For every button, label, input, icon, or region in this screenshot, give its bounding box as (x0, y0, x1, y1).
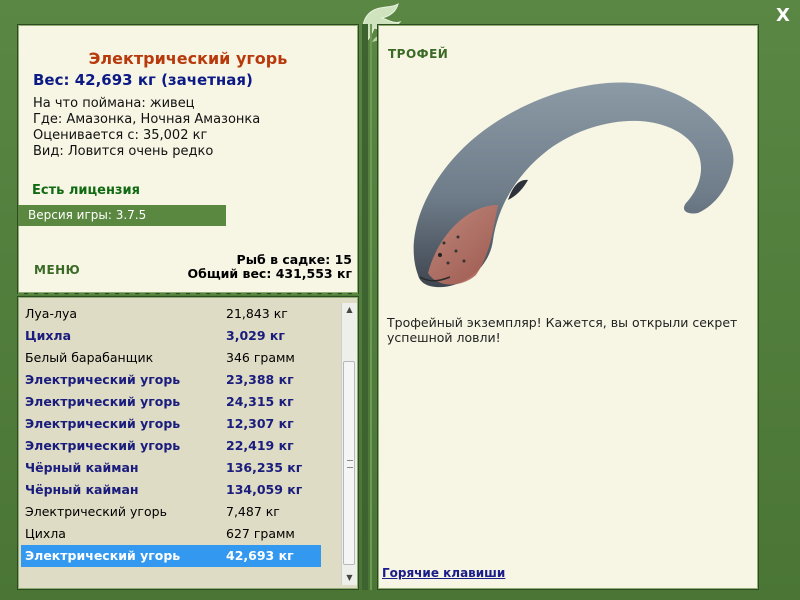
scrollbar-grip (347, 460, 353, 468)
dashed-divider (18, 293, 358, 295)
close-button[interactable]: X (772, 5, 794, 27)
catch-fish-weight: 42,693 кг (226, 548, 294, 563)
bait-info: На что поймана: живец (33, 96, 195, 111)
trophy-description: Трофейный экземпляр! Кажется, вы открыли… (387, 315, 738, 345)
catch-fish-name: Луа-луа (25, 306, 78, 321)
catch-fish-name: Электрический угорь (25, 394, 181, 409)
fish-info-panel: Электрический угорь Вес: 42,693 кг (заче… (17, 24, 359, 295)
catch-fish-weight: 346 грамм (226, 350, 295, 365)
catch-fish-name: Электрический угорь (25, 372, 181, 387)
catch-list: Луа-луа 21,843 кг Цихла 3,029 кг Белый бараб… (21, 303, 321, 567)
fish-count: Рыб в садке: 15 (236, 252, 352, 267)
catch-fish-weight: 22,419 кг (226, 438, 294, 453)
table-row[interactable]: Луа-луа 21,843 кг (21, 303, 321, 325)
catch-fish-name: Электрический угорь (25, 504, 167, 519)
total-weight: Общий вес: 431,553 кг (187, 266, 353, 281)
electric-eel-image (413, 82, 734, 288)
catch-fish-name: Чёрный кайман (25, 460, 139, 475)
catch-fish-weight: 134,059 кг (226, 482, 303, 497)
catch-fish-weight: 627 грамм (226, 526, 295, 541)
catch-fish-weight: 7,487 кг (226, 504, 280, 519)
catch-fish-name: Электрический угорь (25, 416, 181, 431)
rarity-info: Вид: Ловится очень редко (33, 144, 214, 159)
catch-fish-weight: 12,307 кг (226, 416, 294, 431)
catch-fish-weight: 136,235 кг (226, 460, 303, 475)
catch-stats: Рыб в садке: 15 Общий вес: 431,553 кг (188, 253, 353, 281)
catch-list-scrollbar[interactable]: ▲ ▼ (341, 303, 357, 585)
catch-fish-weight: 24,315 кг (226, 394, 294, 409)
table-row[interactable]: Электрический угорь 12,307 кг (21, 413, 321, 435)
catch-fish-name: Электрический угорь (25, 548, 181, 563)
version-bar: Версия игры: 3.7.5 (18, 205, 226, 226)
catch-fish-weight: 21,843 кг (226, 306, 288, 321)
table-row[interactable]: Белый барабанщик 346 грамм (21, 347, 321, 369)
panel-divider-highlight (370, 24, 372, 590)
table-row-selected[interactable]: Электрический угорь 42,693 кг (21, 545, 321, 567)
license-status: Есть лицензия (32, 183, 140, 198)
location-info: Где: Амазонка, Ночная Амазонка (33, 112, 261, 127)
table-row[interactable]: Цихла 627 грамм (21, 523, 321, 545)
table-row[interactable]: Цихла 3,029 кг (21, 325, 321, 347)
arrow-down-icon[interactable]: ▼ (342, 571, 357, 585)
hotkeys-link[interactable]: Горячие клавиши (382, 566, 505, 580)
arrow-up-icon[interactable]: ▲ (342, 303, 357, 317)
catch-fish-weight: 23,388 кг (226, 372, 294, 387)
catch-fish-name: Цихла (25, 526, 66, 541)
table-row[interactable]: Электрический угорь 23,388 кг (21, 369, 321, 391)
catch-fish-name: Чёрный кайман (25, 482, 139, 497)
catch-fish-name: Электрический угорь (25, 438, 181, 453)
table-row[interactable]: Чёрный кайман 134,059 кг (21, 479, 321, 501)
catch-fish-weight: 3,029 кг (226, 328, 285, 343)
table-row[interactable]: Чёрный кайман 136,235 кг (21, 457, 321, 479)
scrollbar-thumb[interactable] (343, 361, 355, 565)
trophy-panel: ТРОФЕЙ Трофейный экземпляр! Кажется, вы … (377, 24, 759, 590)
panel-divider (362, 24, 368, 590)
catch-list-panel: Луа-луа 21,843 кг Цихла 3,029 кг Белый бараб… (17, 296, 359, 590)
catch-fish-name: Белый барабанщик (25, 350, 154, 365)
menu-button[interactable]: МЕНЮ (34, 263, 80, 277)
value-info: Оценивается с: 35,002 кг (33, 128, 208, 143)
fish-weight: Вес: 42,693 кг (зачетная) (33, 71, 253, 89)
table-row[interactable]: Электрический угорь 22,419 кг (21, 435, 321, 457)
table-row[interactable]: Электрический угорь 7,487 кг (21, 501, 321, 523)
catch-fish-name: Цихла (25, 328, 72, 343)
table-row[interactable]: Электрический угорь 24,315 кг (21, 391, 321, 413)
fish-name-title: Электрический угорь (88, 49, 288, 68)
